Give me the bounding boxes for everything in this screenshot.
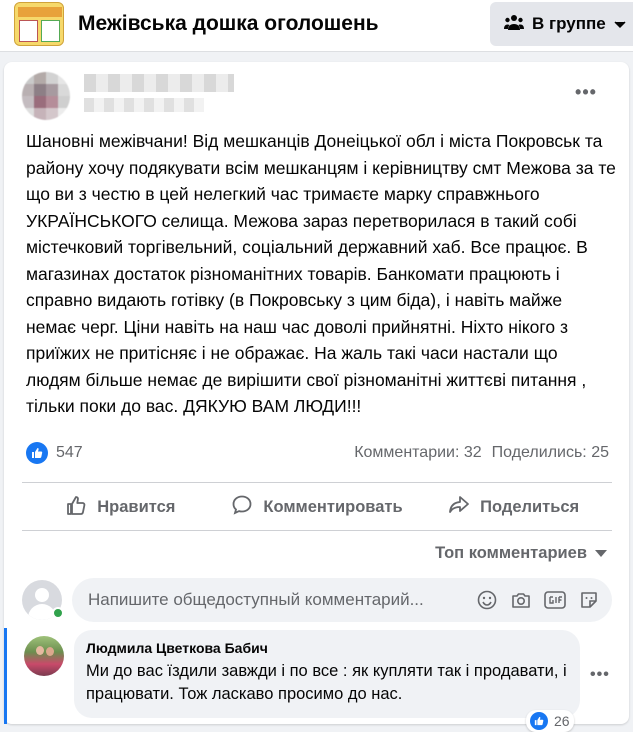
comment-input-placeholder: Напишите общедоступный комментарий... bbox=[88, 590, 424, 609]
like-reaction-icon bbox=[26, 442, 48, 464]
comment-input-tools bbox=[476, 589, 600, 611]
comment-button[interactable]: Комментировать bbox=[219, 486, 416, 528]
post-stats: Комментарии: 32 Поделились: 25 bbox=[354, 444, 609, 462]
in-group-label: В группе bbox=[532, 14, 606, 33]
post-actions: Нравится Комментировать Поделиться bbox=[22, 486, 612, 528]
camera-icon[interactable] bbox=[510, 589, 532, 611]
post-text: Шановні межівчани! Від мешканців Донеіць… bbox=[26, 131, 616, 416]
author-avatar[interactable] bbox=[22, 72, 70, 120]
post-meta-redacted bbox=[84, 98, 204, 112]
caret-down-icon bbox=[595, 544, 607, 563]
comment-bubble: Людмила Цветкова Бабич Ми до вас їздили … bbox=[74, 630, 580, 718]
share-label: Поделиться bbox=[480, 497, 580, 516]
post-card: ••• Шановні межівчани! Від мешканців Дон… bbox=[4, 62, 629, 732]
comment-icon bbox=[231, 494, 253, 521]
online-status-icon bbox=[52, 607, 64, 619]
author-name-redacted[interactable] bbox=[84, 74, 234, 92]
sort-label: Топ комментариев bbox=[435, 544, 587, 562]
like-label: Нравится bbox=[97, 497, 176, 516]
comment-highlight-bar bbox=[4, 628, 7, 724]
comment-text: Ми до вас їздили завжди і по все : як ку… bbox=[86, 662, 567, 703]
emoji-icon[interactable] bbox=[476, 589, 498, 611]
comment-reactions[interactable]: 26 bbox=[526, 710, 574, 732]
in-group-button[interactable]: В группе bbox=[490, 2, 633, 46]
group-logo[interactable] bbox=[14, 2, 64, 46]
chevron-down-icon bbox=[614, 14, 626, 34]
share-icon bbox=[448, 494, 470, 521]
top-bar: Межівська дошка оголошень В группе bbox=[0, 0, 633, 52]
comment-input[interactable]: Напишите общедоступный комментарий... bbox=[72, 578, 612, 622]
gif-icon[interactable] bbox=[544, 589, 566, 611]
comment-author-avatar[interactable] bbox=[24, 636, 64, 676]
comment-reaction-count: 26 bbox=[554, 713, 570, 729]
comment-more-button[interactable]: ••• bbox=[590, 666, 610, 684]
like-button[interactable]: Нравится bbox=[22, 486, 219, 528]
divider bbox=[22, 530, 612, 531]
sticker-icon[interactable] bbox=[578, 589, 600, 611]
comments-count[interactable]: Комментарии: 32 bbox=[354, 444, 481, 462]
share-button[interactable]: Поделиться bbox=[415, 486, 612, 528]
reactions-summary[interactable]: 547 bbox=[26, 442, 83, 464]
comment-author[interactable]: Людмила Цветкова Бабич bbox=[86, 640, 568, 656]
comments-sort-dropdown[interactable]: Топ комментариев bbox=[435, 544, 607, 563]
thumbs-up-icon bbox=[65, 494, 87, 521]
reaction-count: 547 bbox=[56, 444, 83, 461]
group-title[interactable]: Межівська дошка оголошень bbox=[78, 12, 379, 36]
shares-count[interactable]: Поделились: 25 bbox=[492, 444, 609, 462]
post-more-button[interactable]: ••• bbox=[572, 80, 600, 104]
comment-label: Комментировать bbox=[263, 497, 403, 516]
like-reaction-icon bbox=[530, 712, 548, 730]
group-members-icon bbox=[504, 14, 524, 35]
divider bbox=[22, 482, 612, 483]
